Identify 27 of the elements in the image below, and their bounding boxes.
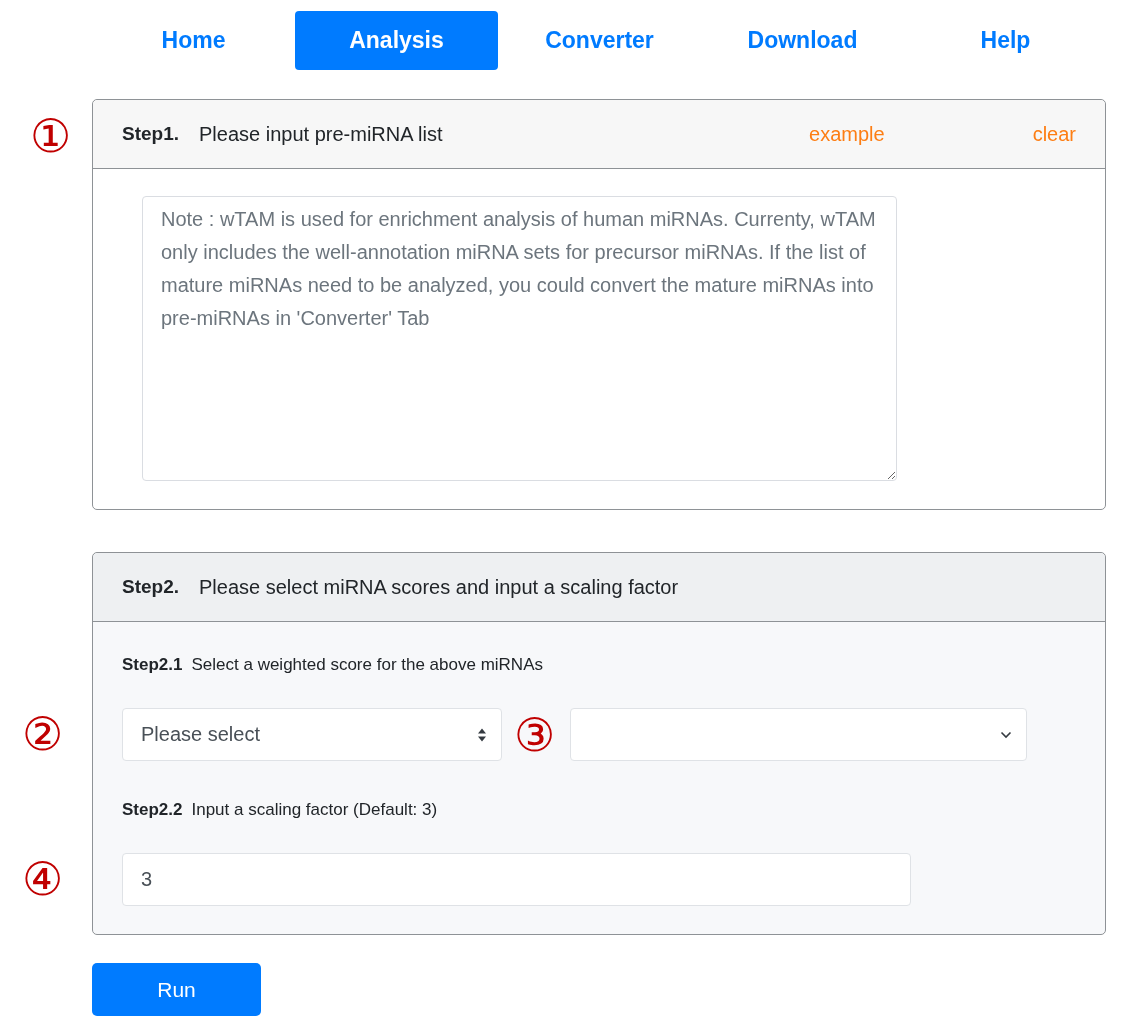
score-select[interactable]	[570, 708, 1027, 761]
nav-tab[interactable]: Download	[701, 11, 904, 70]
step-number-marker: ②	[22, 711, 63, 757]
substep-label: Step2.2	[122, 800, 183, 820]
step-number-marker: ③	[514, 711, 555, 758]
header-link[interactable]: example	[809, 122, 885, 146]
step-label: Step2.	[122, 576, 180, 598]
run-button[interactable]: Run	[92, 963, 261, 1016]
nav-tab[interactable]: Analysis	[295, 11, 498, 70]
nav-tab[interactable]: Home	[92, 11, 295, 70]
substep-label: Step2.1	[122, 655, 183, 675]
nav-tab[interactable]: Help	[904, 11, 1107, 70]
step-title: Please input pre-miRNA list	[199, 122, 443, 146]
step-number-marker: ④	[22, 856, 63, 902]
step-number-marker: ①	[30, 113, 71, 159]
step-label: Step1.	[122, 123, 180, 145]
chevron-down-icon	[1000, 730, 1012, 739]
mirna-list-field[interactable]: Note : wTAM is used for enrichment analysis of human miRNAs. Currenty, wTAM only includes the well-annotation miRNA sets for precursor miRNAs. If the list of mature miRNAs need to be analyzed, you could convert the mature miRNAs into pre-miRNAs in 'Converter' Tab	[142, 196, 897, 481]
sort-arrows-icon	[477, 726, 487, 743]
score-select[interactable]: Please select	[122, 708, 502, 761]
header-link[interactable]: clear	[1032, 122, 1076, 146]
step-title: Please select miRNA scores and input a scaling factor	[199, 575, 679, 599]
substep-description: Select a weighted score for the above miRNAs	[191, 655, 543, 675]
select-value: Please select	[141, 723, 261, 746]
substep-description: Input a scaling factor (Default: 3)	[191, 800, 438, 820]
nav-tab[interactable]: Converter	[498, 11, 701, 70]
scaling-factor-field[interactable]: 3	[122, 853, 911, 906]
